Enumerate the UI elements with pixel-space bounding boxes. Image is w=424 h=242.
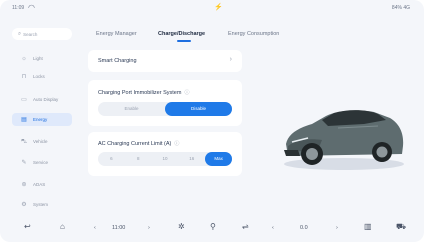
info-icon[interactable]: ⓘ [184,90,189,96]
ac-limit-option[interactable]: 6 [98,152,125,166]
ac-limit-title: AC Charging Current Limit (A) ⓘ [98,140,179,147]
bottom-dock: ↩ ⌂ ‹ 11:00 › ✲ ⚲ ⇌ ‹ 0.0 › ▥ ⛟ [0,216,424,242]
home-icon[interactable]: ⌂ [60,222,65,231]
chevron-right-icon: › [229,56,232,63]
fan-increase-icon[interactable]: › [336,225,338,231]
ac-limit-option-max[interactable]: Max [205,152,232,166]
search-icon: ⌕ [18,30,22,37]
car-icon[interactable]: ⛟ [396,222,406,232]
apps-icon[interactable]: ▥ [364,222,372,231]
sidebar-item-label: Energy [33,117,48,122]
charging-status-icon: ⚡ [214,4,223,11]
ac-limit-option[interactable]: 16 [178,152,205,166]
immobilizer-enable-option[interactable]: Enable [98,102,165,116]
sidebar-item-label: ADAS [33,182,46,187]
sidebar-item-system[interactable]: ⚙ System [12,198,72,211]
ac-limit-title-text: AC Charging Current Limit (A) [98,141,172,147]
sidebar-item-vehicle[interactable]: ⛍ Vehicle [12,135,72,148]
info-icon[interactable]: ⓘ [174,141,179,147]
sidebar-item-energy[interactable]: ▤ Energy [12,113,72,126]
tab-energy-manager[interactable]: Energy Manager [96,31,137,37]
sidebar-item-light[interactable]: ☼ Light [12,52,72,65]
sidebar-item-service[interactable]: ✎ Service [12,156,72,169]
adas-icon: ⊛ [21,182,27,188]
status-bar: 11:09 ◠ ⚡ 84% 4G [0,0,424,16]
sidebar-item-label: Service [33,160,49,165]
smart-charging-label: Smart Charging [98,58,137,64]
sidebar-item-label: Vehicle [33,139,48,144]
wifi-icon: ◠ [28,3,35,12]
search-placeholder: Search [23,31,38,37]
smart-charging-row[interactable]: Smart Charging › [88,50,242,72]
sidebar: ⌕ Search ☼ Light ⊓ Locks ▭ Auto Display … [0,22,80,212]
tab-energy-consumption[interactable]: Energy Consumption [228,31,279,37]
dock-clock: 11:00 [112,225,126,231]
back-icon[interactable]: ↩ [24,222,31,231]
immobilizer-disable-option[interactable]: Disable [165,102,232,116]
tab-charge-discharge[interactable]: Charge/Discharge [158,31,205,37]
fan-decrease-icon[interactable]: ‹ [272,225,274,231]
ac-current-limit-card: AC Charging Current Limit (A) ⓘ 6 8 10 16… [88,132,242,176]
immobilizer-toggle: Enable Disable [98,102,232,116]
climate-icon[interactable]: ✲ [178,222,185,231]
defrost-icon[interactable]: ⇌ [242,222,249,231]
ac-limit-selector: 6 8 10 16 Max [98,152,232,166]
immobilizer-title-text: Charging Port Immobilizer System [98,90,182,96]
sidebar-item-adas[interactable]: ⊛ ADAS [12,178,72,191]
sidebar-item-label: Light [33,56,43,61]
sidebar-item-locks[interactable]: ⊓ Locks [12,70,72,83]
fan-level: 0.0 [300,225,308,231]
service-icon: ✎ [21,160,27,166]
system-icon: ⚙ [21,202,27,208]
search-input[interactable]: ⌕ Search [12,28,72,40]
status-right: 84% 4G [391,5,410,11]
sidebar-item-label: Auto Display [33,97,59,102]
light-icon: ☼ [21,55,27,62]
temp-increase-icon[interactable]: › [148,225,150,231]
sidebar-item-label: Locks [33,74,45,79]
ac-limit-option[interactable]: 8 [125,152,152,166]
vehicle-icon: ⛍ [20,138,28,145]
temp-decrease-icon[interactable]: ‹ [94,225,96,231]
energy-icon: ▤ [21,117,27,123]
display-icon: ▭ [21,97,27,103]
status-time: 11:09 [12,5,25,11]
immobilizer-card: Charging Port Immobilizer System ⓘ Enable… [88,80,242,126]
ac-limit-option[interactable]: 10 [152,152,179,166]
sidebar-item-label: System [33,202,49,207]
immobilizer-title: Charging Port Immobilizer System ⓘ [98,89,189,96]
sidebar-item-auto-display[interactable]: ▭ Auto Display [12,93,72,106]
screen: 11:09 ◠ ⚡ 84% 4G ⌕ Search ☼ Light ⊓ Lock… [0,0,424,242]
seat-icon[interactable]: ⚲ [210,222,216,231]
lock-icon: ⊓ [21,74,27,80]
car-image [284,110,404,170]
tab-active-indicator [177,40,191,42]
